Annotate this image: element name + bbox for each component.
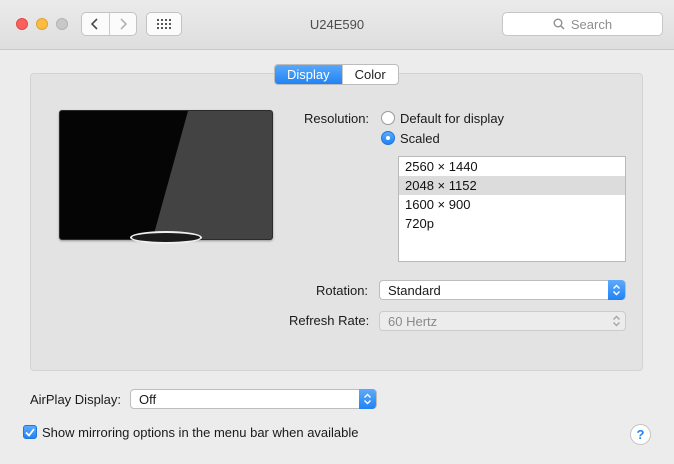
popup-arrows-icon [359, 389, 376, 409]
mirroring-options-label: Show mirroring options in the menu bar w… [42, 425, 359, 440]
rotation-label: Rotation: [316, 283, 369, 298]
monitor-stand [130, 231, 202, 244]
help-button[interactable]: ? [630, 424, 651, 445]
scaled-radio[interactable] [381, 131, 395, 145]
screen-glare [152, 111, 272, 239]
airplay-display-label: AirPlay Display: [30, 392, 122, 407]
tab-display[interactable]: Display [275, 65, 342, 84]
monitor-screen [59, 110, 273, 240]
scaled-resolution-list[interactable]: 2560 × 1440 2048 × 1152 1600 × 900 720p [398, 156, 626, 262]
resolution-option-selected[interactable]: 2048 × 1152 [399, 176, 625, 195]
title-bar: U24E590 Search [0, 0, 674, 50]
refresh-rate-label: Refresh Rate: [289, 313, 370, 328]
scaled-label: Scaled [400, 131, 440, 146]
default-for-display-radio[interactable] [381, 111, 395, 125]
resolution-option[interactable]: 2560 × 1440 [399, 157, 625, 176]
rotation-value: Standard [388, 282, 441, 298]
checkmark-icon [25, 427, 35, 437]
system-preferences-window: U24E590 Search Display Color Resolution:… [0, 0, 674, 464]
resolution-option[interactable]: 720p [399, 214, 625, 233]
rotation-popup[interactable]: Standard [379, 280, 626, 300]
refresh-rate-value: 60 Hertz [388, 313, 438, 329]
popup-arrows-icon [608, 280, 625, 300]
popup-arrows-icon [608, 311, 625, 331]
tab-color[interactable]: Color [341, 65, 398, 84]
refresh-rate-popup: 60 Hertz [379, 311, 626, 331]
default-for-display-label: Default for display [400, 111, 505, 126]
monitor-image [59, 110, 273, 244]
search-placeholder: Search [570, 16, 613, 32]
airplay-display-popup[interactable]: Off [130, 389, 377, 409]
airplay-display-value: Off [139, 391, 157, 407]
tab-control: Display Color [274, 64, 399, 85]
search-icon [553, 18, 565, 30]
resolution-option[interactable]: 1600 × 900 [399, 195, 625, 214]
resolution-label: Resolution: [304, 111, 370, 126]
mirroring-options-checkbox[interactable] [23, 425, 37, 439]
search-field[interactable]: Search [502, 12, 663, 36]
